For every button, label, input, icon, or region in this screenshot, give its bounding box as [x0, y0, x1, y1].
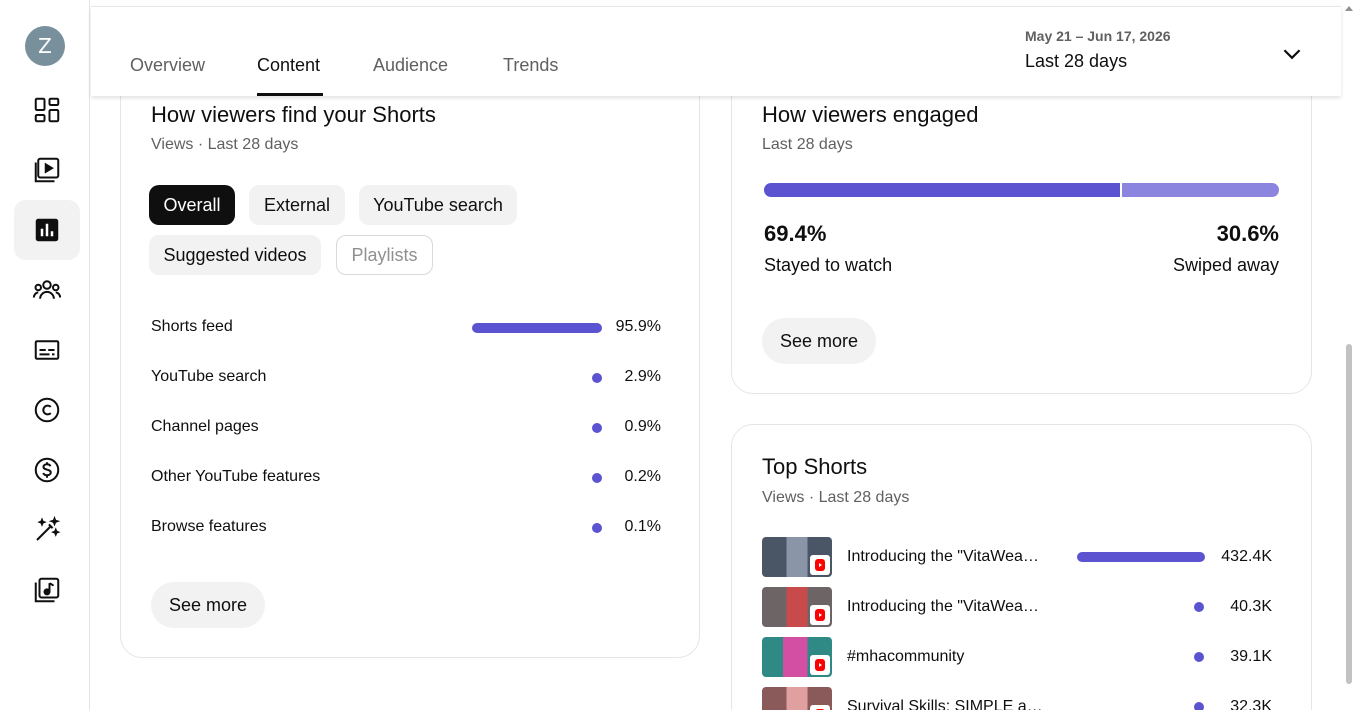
chip-youtube-search[interactable]: YouTube search	[359, 185, 517, 225]
table-row[interactable]: Introducing the "VitaWea… 40.3K	[762, 587, 1272, 627]
tab-audience[interactable]: Audience	[373, 55, 448, 76]
scroll-up-arrow-icon[interactable]	[1345, 6, 1353, 11]
source-dot	[592, 473, 602, 483]
traffic-sources-card: How viewers find your Shorts Views · Las…	[120, 40, 700, 658]
source-label: Shorts feed	[151, 318, 233, 335]
swiped-percent: 30.6%	[1216, 221, 1279, 246]
source-value: 0.9%	[624, 418, 661, 435]
table-row[interactable]: Introducing the "VitaWea… 432.4K	[762, 537, 1272, 577]
page-scrollbar[interactable]	[1343, 0, 1355, 710]
active-tab-indicator	[257, 93, 323, 96]
stayed-bar	[764, 183, 1120, 197]
chip-suggested-videos[interactable]: Suggested videos	[149, 235, 321, 275]
views-dot	[1194, 652, 1204, 662]
video-thumbnail	[762, 587, 832, 627]
chip-playlists: Playlists	[336, 235, 433, 275]
shorts-icon	[810, 605, 830, 625]
source-value: 2.9%	[624, 368, 661, 385]
subtitles-icon[interactable]	[14, 320, 80, 380]
video-thumbnail	[762, 687, 832, 710]
table-row[interactable]: Survival Skills: SIMPLE a… 32.3K	[762, 687, 1272, 710]
list-item: Shorts feed 95.9%	[151, 316, 661, 340]
card-title: How viewers find your Shorts	[151, 102, 436, 127]
tab-trends[interactable]: Trends	[503, 55, 558, 76]
scrollbar-thumb[interactable]	[1346, 344, 1352, 684]
short-title[interactable]: Survival Skills: SIMPLE a…	[847, 698, 1043, 710]
chip-external[interactable]: External	[249, 185, 345, 225]
short-title[interactable]: #mhacommunity	[847, 648, 964, 666]
views-value: 32.3K	[1230, 698, 1272, 710]
card-title: How viewers engaged	[762, 102, 979, 127]
source-bar	[472, 323, 602, 333]
analytics-icon[interactable]	[14, 200, 80, 260]
source-label: YouTube search	[151, 368, 267, 385]
stayed-percent: 69.4%	[764, 221, 827, 246]
views-value: 432.4K	[1221, 548, 1272, 565]
short-title[interactable]: Introducing the "VitaWea…	[847, 598, 1039, 616]
views-dot	[1194, 702, 1204, 710]
swiped-label: Swiped away	[1172, 255, 1279, 275]
video-thumbnail	[762, 537, 832, 577]
content-icon[interactable]	[14, 140, 80, 200]
see-more-button[interactable]: See more	[151, 582, 265, 628]
source-label: Channel pages	[151, 418, 259, 435]
views-value: 40.3K	[1230, 598, 1272, 615]
avatar-letter: Z	[38, 34, 52, 58]
list-item: YouTube search 2.9%	[151, 366, 661, 390]
source-label: Other YouTube features	[151, 468, 321, 485]
shorts-icon	[810, 655, 830, 675]
earn-icon[interactable]	[14, 440, 80, 500]
list-item: Channel pages 0.9%	[151, 416, 661, 440]
card-subtitle: Views · Last 28 days	[151, 136, 299, 153]
swiped-bar	[1122, 183, 1279, 197]
audio-library-icon[interactable]	[14, 560, 80, 620]
video-thumbnail	[762, 637, 832, 677]
card-title: Top Shorts	[762, 454, 868, 479]
date-range-text: May 21 – Jun 17, 2026	[1025, 28, 1171, 44]
source-dot	[592, 423, 602, 433]
source-value: 0.1%	[624, 518, 661, 535]
list-item: Other YouTube features 0.2%	[151, 466, 661, 490]
chip-overall[interactable]: Overall	[149, 185, 235, 225]
period-selector[interactable]: Last 28 days	[1025, 51, 1127, 72]
dashboard-icon[interactable]	[14, 80, 80, 140]
see-more-button[interactable]: See more	[762, 318, 876, 364]
views-dot	[1194, 602, 1204, 612]
avatar[interactable]: Z	[25, 26, 65, 66]
community-icon[interactable]	[14, 260, 80, 320]
source-label: Browse features	[151, 518, 267, 535]
customization-icon[interactable]	[14, 500, 80, 560]
copyright-icon[interactable]	[14, 380, 80, 440]
source-value: 0.2%	[624, 468, 661, 485]
source-dot	[592, 373, 602, 383]
shorts-icon	[810, 555, 830, 575]
views-bar	[1077, 552, 1205, 562]
table-row[interactable]: #mhacommunity 39.1K	[762, 637, 1272, 677]
views-value: 39.1K	[1230, 648, 1272, 665]
tab-overview[interactable]: Overview	[130, 55, 205, 76]
list-item: Browse features 0.1%	[151, 516, 661, 540]
source-value: 95.9%	[615, 318, 661, 335]
chevron-down-icon[interactable]	[1279, 41, 1305, 67]
stayed-label: Stayed to watch	[764, 255, 893, 275]
shorts-icon	[810, 705, 830, 710]
left-navigation-rail: Z	[0, 0, 90, 710]
source-dot	[592, 523, 602, 533]
top-shorts-card: Top Shorts Views · Last 28 days Introduc…	[731, 424, 1312, 710]
analytics-tab-bar: Overview Content Audience Trends May 21 …	[91, 6, 1341, 96]
tab-content[interactable]: Content	[257, 55, 320, 76]
card-subtitle: Views · Last 28 days	[762, 489, 910, 506]
card-subtitle: Last 28 days	[762, 136, 853, 153]
short-title[interactable]: Introducing the "VitaWea…	[847, 548, 1039, 566]
